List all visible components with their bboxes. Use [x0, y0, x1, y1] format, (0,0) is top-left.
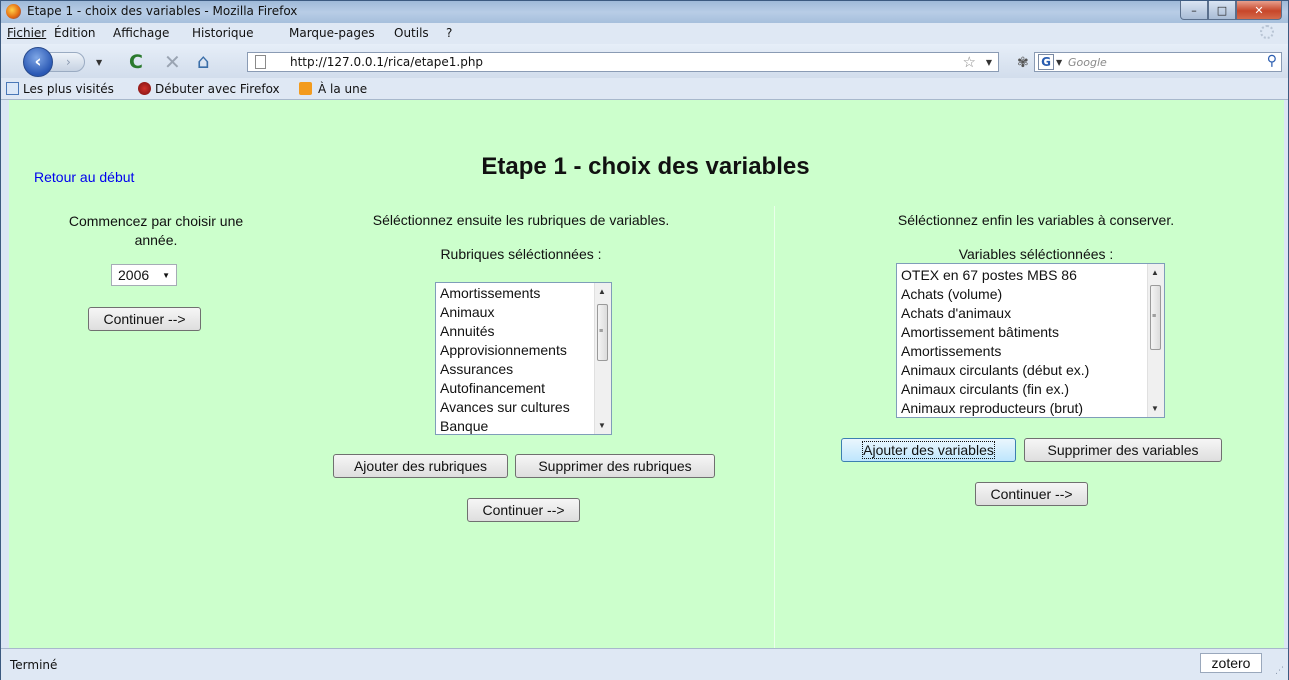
forward-button[interactable]: ›: [49, 52, 85, 72]
minimize-button[interactable]: –: [1180, 1, 1208, 20]
maximize-button[interactable]: □: [1208, 1, 1236, 20]
menu-fichier[interactable]: Fichier: [7, 26, 46, 40]
status-bar: Terminé zotero ⋰: [1, 648, 1288, 680]
rubrique-option[interactable]: Banque: [436, 417, 611, 434]
year-instruction: Commencez par choisir une année.: [68, 213, 244, 248]
url-text[interactable]: http://127.0.0.1/rica/etape1.php: [290, 55, 483, 69]
scroll-thumb[interactable]: ≡: [597, 304, 608, 361]
column-divider: [774, 206, 775, 648]
engine-dropdown-icon[interactable]: ▼: [1056, 58, 1062, 67]
variable-option[interactable]: Animaux reproducteurs (brut): [897, 399, 1164, 417]
rubrique-option[interactable]: Annuités: [436, 322, 611, 341]
scroll-up-icon[interactable]: ▲: [1151, 268, 1159, 277]
bookmark-headlines[interactable]: À la une: [318, 82, 367, 96]
menu-historique[interactable]: Historique: [192, 26, 254, 40]
menu-marque-pages[interactable]: Marque-pages: [289, 26, 375, 40]
search-icon[interactable]: ⚲: [1267, 53, 1277, 69]
menu-outils[interactable]: Outils: [394, 26, 429, 40]
remove-rubriques-button[interactable]: Supprimer des rubriques: [515, 454, 715, 478]
bookmark-getting-started[interactable]: Débuter avec Firefox: [155, 82, 280, 96]
history-dropdown-icon[interactable]: ▼: [96, 58, 102, 67]
page-title: Etape 1 - choix des variables: [481, 153, 810, 180]
rubriques-listbox[interactable]: Amortissements Animaux Annuités Approvision…: [435, 282, 612, 435]
menu-edition[interactable]: Édition: [54, 26, 96, 40]
variable-option[interactable]: Achats (volume): [897, 285, 1164, 304]
search-input[interactable]: Google: [1068, 56, 1107, 69]
close-button[interactable]: ✕: [1236, 1, 1282, 20]
variable-option[interactable]: Amortissements: [897, 342, 1164, 361]
throbber-icon: [1260, 25, 1274, 39]
addon-icon[interactable]: ✾: [1017, 55, 1029, 71]
bookmark-star-icon[interactable]: ☆: [963, 53, 976, 71]
variables-scrollbar[interactable]: ▲ ≡ ▼: [1147, 264, 1164, 417]
menu-bar: Fichier Édition Affichage Historique Mar…: [1, 23, 1288, 44]
rubrique-option[interactable]: Amortissements: [436, 284, 611, 303]
menu-help[interactable]: ?: [446, 26, 452, 40]
add-variables-button[interactable]: Ajouter des variables: [841, 438, 1016, 462]
year-select[interactable]: 2006 ▼: [111, 264, 177, 286]
variable-option[interactable]: Animaux circulants (fin ex.): [897, 380, 1164, 399]
variables-listbox[interactable]: OTEX en 67 postes MBS 86 Achats (volume) A…: [896, 263, 1165, 418]
scroll-thumb[interactable]: ≡: [1150, 285, 1161, 350]
variable-option[interactable]: Animaux circulants (début ex.): [897, 361, 1164, 380]
rubriques-scrollbar[interactable]: ▲ ≡ ▼: [594, 283, 611, 434]
add-variables-label: Ajouter des variables: [862, 440, 995, 459]
rubrique-option[interactable]: Avances sur cultures: [436, 398, 611, 417]
bookmark-most-visited[interactable]: Les plus visités: [23, 82, 114, 96]
scroll-down-icon[interactable]: ▼: [598, 421, 606, 430]
window-title: Etape 1 - choix des variables - Mozilla …: [27, 4, 298, 18]
status-text: Terminé: [10, 658, 58, 672]
back-button[interactable]: ‹: [23, 47, 53, 77]
search-bar[interactable]: G ▼ Google ⚲: [1034, 52, 1282, 72]
rss-feed-icon: [299, 82, 312, 95]
continue-year-button[interactable]: Continuer -->: [88, 307, 201, 331]
page-icon: [255, 55, 266, 69]
resize-grip-icon[interactable]: ⋰: [1275, 666, 1284, 676]
most-visited-icon: [6, 82, 19, 95]
rubrique-option[interactable]: Animaux: [436, 303, 611, 322]
variable-option[interactable]: OTEX en 67 postes MBS 86: [897, 266, 1164, 285]
bookmarks-toolbar: Les plus visités Débuter avec Firefox À …: [1, 78, 1288, 100]
rubrique-option[interactable]: Autofinancement: [436, 379, 611, 398]
rubrique-option[interactable]: Approvisionnements: [436, 341, 611, 360]
variable-option[interactable]: Amortissement bâtiments: [897, 323, 1164, 342]
scroll-up-icon[interactable]: ▲: [598, 287, 606, 296]
variables-list-label: Variables séléctionnées :: [958, 246, 1114, 262]
zotero-label: zotero: [1211, 655, 1251, 671]
variables-instruction: Séléctionnez enfin les variables à conse…: [897, 212, 1175, 228]
menu-affichage[interactable]: Affichage: [113, 26, 169, 40]
variable-option[interactable]: Achats d'animaux: [897, 304, 1164, 323]
browser-window: Etape 1 - choix des variables - Mozilla …: [0, 0, 1289, 680]
title-bar[interactable]: Etape 1 - choix des variables - Mozilla …: [1, 1, 1288, 23]
rubriques-instruction: Séléctionnez ensuite les rubriques de va…: [372, 212, 670, 228]
zotero-button[interactable]: zotero: [1200, 653, 1262, 673]
url-dropdown-icon[interactable]: ▼: [986, 58, 992, 67]
rubriques-list-label: Rubriques séléctionnées :: [440, 246, 602, 262]
google-engine-icon[interactable]: G: [1038, 54, 1054, 70]
window-controls: – □ ✕: [1180, 1, 1282, 20]
add-rubriques-button[interactable]: Ajouter des rubriques: [333, 454, 508, 478]
scroll-down-icon[interactable]: ▼: [1151, 404, 1159, 413]
navigation-toolbar: › ‹ ▼ C ✕ ⌂ http://127.0.0.1/rica/etape1…: [1, 44, 1288, 78]
remove-variables-button[interactable]: Supprimer des variables: [1024, 438, 1222, 462]
reload-icon[interactable]: C: [129, 51, 143, 73]
year-value: 2006: [118, 267, 150, 283]
firefox-start-icon: [138, 82, 151, 95]
page-header-area: [9, 100, 1284, 146]
continue-variables-button[interactable]: Continuer -->: [975, 482, 1088, 506]
rubrique-option[interactable]: Assurances: [436, 360, 611, 379]
continue-rubriques-button[interactable]: Continuer -->: [467, 498, 580, 522]
url-bar[interactable]: http://127.0.0.1/rica/etape1.php ☆ ▼: [247, 52, 999, 72]
home-icon[interactable]: ⌂: [197, 49, 210, 73]
chevron-down-icon: ▼: [162, 271, 170, 280]
stop-icon[interactable]: ✕: [164, 50, 181, 74]
firefox-logo-icon: [6, 4, 21, 19]
